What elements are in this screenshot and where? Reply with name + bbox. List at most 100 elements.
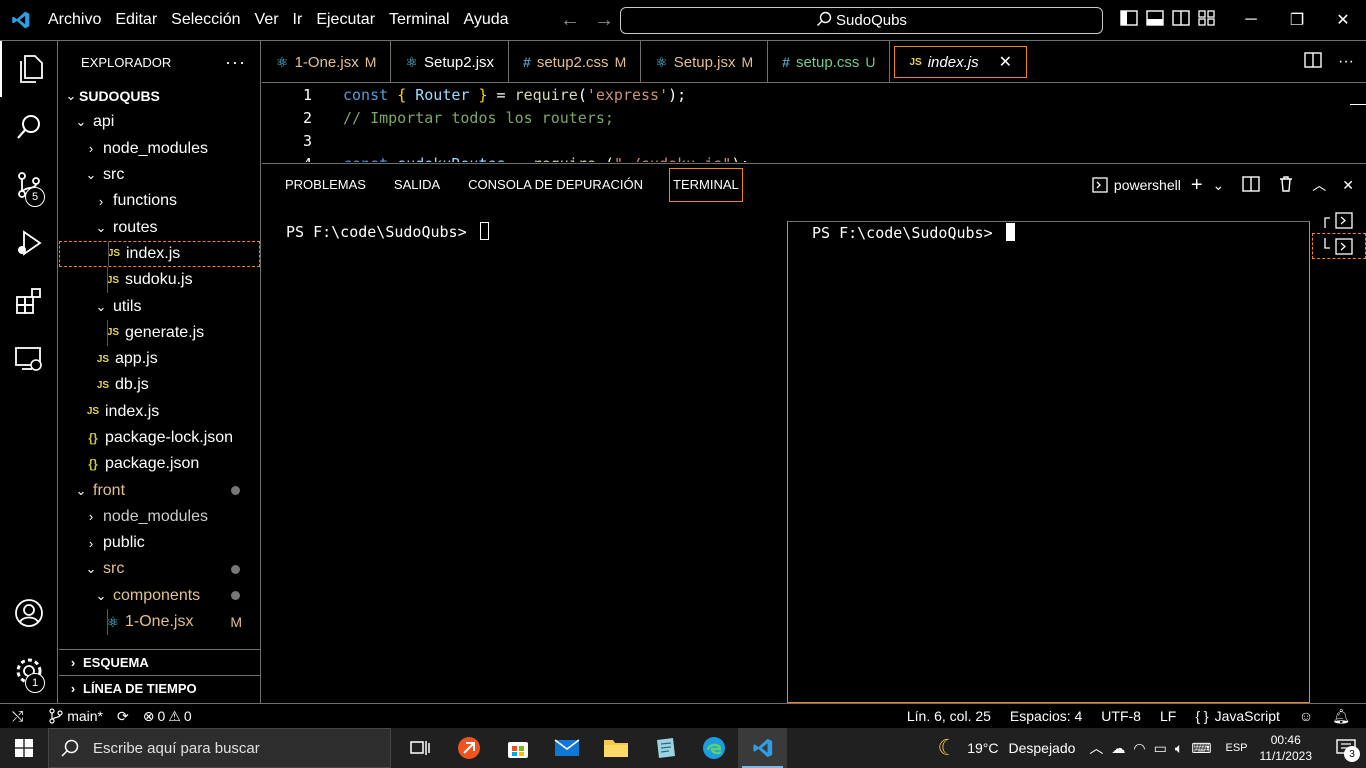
start-button[interactable]	[0, 728, 48, 768]
language-mode[interactable]: { } JavaScript	[1195, 708, 1280, 724]
notification-center[interactable]: 3	[1326, 728, 1366, 768]
encoding[interactable]: UTF-8	[1101, 708, 1141, 724]
keyboard-icon[interactable]: ⌨	[1191, 740, 1211, 757]
tab-index-js[interactable]: JS index.js ✕	[894, 46, 1027, 78]
tree-folder[interactable]: ⌄ src	[59, 162, 260, 188]
menu-ayuda[interactable]: Ayuda	[457, 0, 516, 40]
feedback-icon[interactable]: ☺	[1299, 708, 1313, 724]
tab-problems[interactable]: PROBLEMAS	[262, 175, 380, 195]
code-line[interactable]: 3	[262, 130, 1366, 153]
tree-folder[interactable]: › node_modules	[59, 136, 260, 162]
terminal-left[interactable]: PS F:\code\SudoQubs>	[286, 222, 489, 241]
branch-indicator[interactable]: main*	[49, 708, 103, 724]
vscode-icon[interactable]	[738, 728, 787, 768]
tree-folder[interactable]: › node_modules	[59, 504, 260, 530]
tree-folder[interactable]: ⌄ components	[59, 583, 260, 609]
restore-button[interactable]: ❐	[1274, 0, 1320, 40]
file-explorer-icon[interactable]	[591, 728, 640, 768]
menu-ejecutar[interactable]: Ejecutar	[309, 0, 382, 40]
tree-folder[interactable]: ⌄ front	[59, 477, 260, 503]
code-line[interactable]: 2 // Importar todos los routers;	[262, 107, 1366, 130]
tree-file[interactable]: {} package.json	[59, 451, 260, 477]
arrow-left-icon[interactable]: ←	[560, 9, 580, 32]
problems-indicator[interactable]: ⊗ 0 ⚠ 0	[143, 708, 192, 725]
volume-icon[interactable]: 🔈︎	[1175, 740, 1183, 757]
clock[interactable]: 00:46 11/1/2023	[1260, 732, 1313, 764]
browser-app-icon[interactable]	[444, 728, 493, 768]
split-editor-icon[interactable]	[1304, 51, 1322, 73]
terminal-profile[interactable]: powershell	[1092, 177, 1181, 193]
mail-icon[interactable]	[542, 728, 591, 768]
taskbar-search[interactable]: Escribe aquí para buscar	[48, 728, 391, 768]
arrow-right-icon[interactable]: →	[594, 9, 614, 32]
tree-file[interactable]: JS index.js	[59, 240, 260, 268]
edge-icon[interactable]	[689, 728, 738, 768]
menu-terminal[interactable]: Terminal	[382, 0, 456, 40]
tree-file[interactable]: JS generate.js	[59, 319, 260, 346]
minimize-button[interactable]: ─	[1228, 0, 1274, 40]
menu-ir[interactable]: Ir	[286, 0, 310, 40]
cloud-icon[interactable]: ☁	[1111, 740, 1125, 757]
more-actions-icon[interactable]: ···	[225, 52, 246, 73]
customize-layout-icon[interactable]	[1198, 9, 1216, 31]
terminal-right-pane[interactable]: PS F:\code\SudoQubs>	[787, 221, 1310, 703]
code-line[interactable]: 1 const { Router } = require('express');	[262, 84, 1366, 107]
tree-folder[interactable]: ⌄ routes	[59, 214, 260, 240]
accounts-icon[interactable]	[0, 585, 58, 641]
task-view-icon[interactable]	[395, 728, 444, 768]
terminal-instance-2[interactable]	[1312, 233, 1366, 259]
tree-folder[interactable]: › public	[59, 530, 260, 556]
close-panel-icon[interactable]: ✕	[1342, 177, 1354, 194]
search-icon[interactable]	[0, 99, 58, 155]
tree-file[interactable]: JS db.js	[59, 372, 260, 398]
terminal-instance-1[interactable]	[1312, 207, 1366, 233]
tab-setup2-jsx[interactable]: ⚛ Setup2.jsx	[391, 41, 510, 83]
battery-icon[interactable]: ▭	[1154, 740, 1167, 757]
cursor-position[interactable]: Lín. 6, col. 25	[907, 708, 991, 724]
bell-icon[interactable]: 🔔︎	[1332, 708, 1350, 725]
new-terminal-icon[interactable]: +	[1191, 174, 1203, 197]
menu-archivo[interactable]: Archivo	[41, 0, 108, 40]
tab-setup-css[interactable]: # setup.css U	[768, 41, 891, 83]
tree-file[interactable]: ⚛ 1-One.jsx M	[59, 608, 260, 636]
close-window-button[interactable]: ✕	[1320, 0, 1366, 40]
manage-icon[interactable]: 1	[0, 643, 58, 699]
tree-file[interactable]: JS index.js	[59, 399, 260, 425]
maximize-panel-icon[interactable]: ︿	[1312, 175, 1326, 195]
weather-widget[interactable]: ☾ 19°C Despejado	[937, 735, 1075, 761]
extensions-icon[interactable]	[0, 273, 58, 329]
sync-icon[interactable]: ⟳	[117, 708, 129, 725]
code-line[interactable]: 4 const sudokuRoutes = require ("./sudoku…	[262, 153, 1366, 162]
explorer-icon[interactable]	[0, 41, 58, 97]
wifi-icon[interactable]: ◠	[1133, 740, 1145, 757]
tree-folder[interactable]: ⌄ utils	[59, 293, 260, 319]
tab-1-one-jsx[interactable]: ⚛ 1-One.jsx M	[262, 41, 392, 83]
tab-debug-console[interactable]: CONSOLA DE DEPURACIÓN	[454, 175, 657, 195]
notepad-icon[interactable]	[640, 728, 689, 768]
toggle-secondary-sidebar-icon[interactable]	[1172, 9, 1190, 31]
remote-indicator-icon[interactable]: ⤭	[12, 708, 23, 725]
more-actions-icon[interactable]: ···	[1338, 53, 1354, 71]
menu-editar[interactable]: Editar	[108, 0, 164, 40]
source-control-icon[interactable]: 5	[0, 157, 58, 213]
tree-root[interactable]: ⌄ SUDOQUBS	[59, 83, 260, 109]
tab-setup-jsx[interactable]: ⚛ Setup.jsx M	[641, 41, 769, 83]
tree-file[interactable]: JS sudoku.js	[59, 267, 260, 294]
outline-section[interactable]: › ESQUEMA	[59, 649, 260, 675]
remote-explorer-icon[interactable]	[0, 331, 58, 387]
indentation[interactable]: Espacios: 4	[1010, 708, 1082, 724]
end-of-line[interactable]: LF	[1160, 708, 1176, 724]
toggle-sidebar-icon[interactable]	[1120, 9, 1138, 31]
command-center[interactable]: SudoQubs	[620, 7, 1103, 34]
close-tab-icon[interactable]: ✕	[999, 52, 1012, 72]
menu-seleccion[interactable]: Selección	[164, 0, 247, 40]
run-debug-icon[interactable]	[0, 215, 58, 271]
tree-folder[interactable]: ⌄ src	[59, 556, 260, 582]
timeline-section[interactable]: › LÍNEA DE TIEMPO	[59, 675, 260, 701]
trash-icon[interactable]	[1278, 175, 1294, 195]
menu-ver[interactable]: Ver	[248, 0, 286, 40]
toggle-panel-icon[interactable]	[1146, 9, 1164, 31]
chevron-down-icon[interactable]: ⌄	[1213, 177, 1225, 194]
tree-file[interactable]: JS app.js	[59, 346, 260, 372]
tab-terminal[interactable]: TERMINAL	[669, 168, 743, 202]
